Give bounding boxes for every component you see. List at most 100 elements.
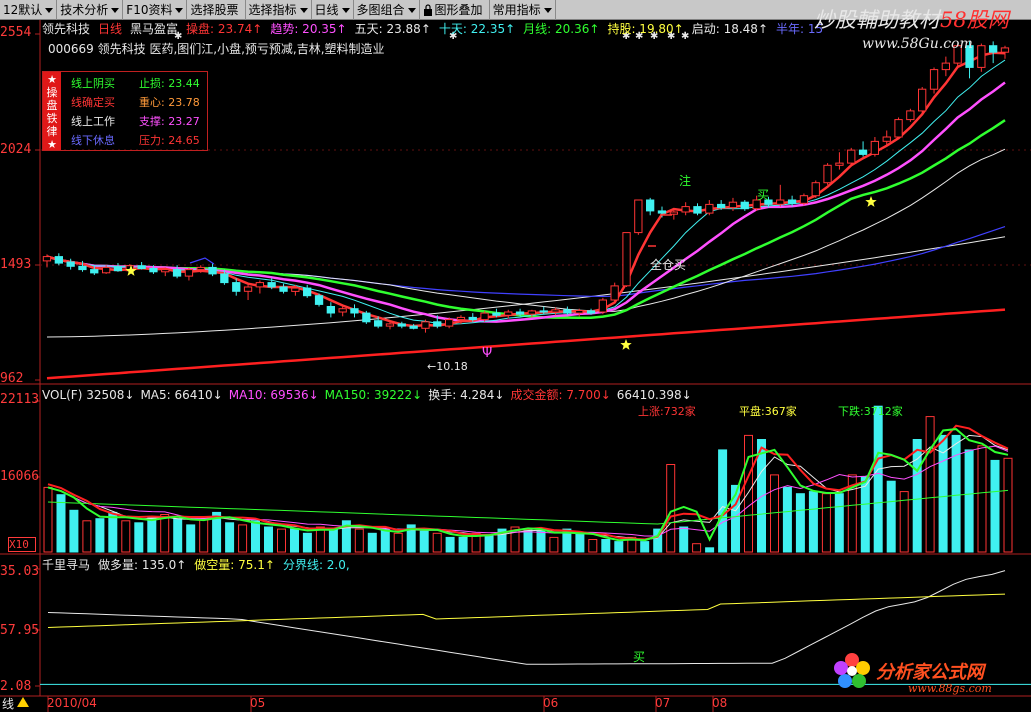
candle-body	[445, 319, 454, 327]
candle-body	[811, 182, 820, 197]
volume-bar	[951, 434, 961, 553]
volume-bar	[367, 532, 377, 553]
volume-bar	[1003, 457, 1013, 553]
candle-body	[787, 199, 797, 204]
title-segment: 做空量: 75.1↑	[194, 558, 275, 572]
toolbar-item-7[interactable]: 图形叠加	[420, 0, 490, 20]
volume-bar	[186, 524, 196, 553]
rule-row: 线下休息 压力: 24.65	[71, 132, 200, 148]
dropdown-arrow-icon	[341, 7, 350, 13]
volume-bar	[393, 532, 403, 553]
volume-bar	[834, 493, 844, 553]
rule-value: 支撑: 23.27	[139, 115, 200, 128]
candle-body	[717, 203, 726, 209]
candle-body	[657, 210, 667, 214]
candle-body	[799, 195, 809, 204]
candle-body	[385, 323, 395, 327]
stock-subtitle: 000669 领先科技 医药,图们江,小盘,预亏预减,吉林,塑料制造业	[48, 42, 385, 56]
candle-body	[1000, 47, 1010, 53]
toolbar-item-3[interactable]: 选择股票	[187, 0, 246, 20]
volume-bar	[601, 539, 611, 553]
title-segment: 月线: 20.36↑	[523, 22, 600, 36]
candle-body	[634, 199, 643, 234]
volume-bar	[199, 516, 209, 553]
toolbar-item-label: 12默认	[3, 2, 43, 17]
candle-body	[421, 321, 430, 329]
candle-body	[196, 266, 205, 271]
rule-label: 线上阴买	[71, 77, 115, 90]
candle-body	[409, 325, 418, 329]
ind-y-label: 35.03	[0, 564, 39, 579]
ind-y-label: 2.08	[0, 679, 32, 694]
ma30-line	[46, 148, 1006, 312]
toolbar-item-2[interactable]: F10资料	[123, 0, 188, 20]
candle-body	[362, 312, 371, 323]
candle-body	[551, 309, 560, 313]
main-y-label: 962	[0, 371, 24, 386]
volume-bar	[95, 518, 105, 553]
candle-body	[232, 282, 241, 292]
candle-body	[776, 199, 785, 205]
title-segment: 趋势: 20.35↑	[270, 22, 347, 36]
candle-body	[208, 266, 217, 275]
candle-body	[243, 286, 253, 292]
volume-bar	[808, 491, 818, 553]
candle-body	[941, 62, 951, 71]
main-y-label: 2554	[0, 25, 32, 40]
star-icon	[865, 196, 877, 207]
psi-glyph: Ψ	[482, 346, 492, 361]
toolbar-item-1[interactable]: 技术分析	[57, 0, 124, 20]
volume-bar	[264, 526, 273, 553]
volume-bar	[302, 532, 312, 553]
candle-body	[622, 232, 631, 287]
candle-body	[78, 265, 87, 271]
toolbar-item-5[interactable]: 日线	[312, 0, 354, 20]
candle-body	[740, 201, 749, 210]
side-char: 铁	[46, 112, 58, 125]
toolbar-item-8[interactable]: 常用指标	[490, 0, 556, 20]
candle-body	[492, 312, 501, 316]
candle-body	[728, 201, 738, 209]
candle-body	[681, 206, 690, 213]
buy-all-annotation: 全仓买	[650, 258, 687, 272]
volume-bar	[290, 528, 299, 553]
toolbar-item-4[interactable]: 选择指标	[246, 0, 312, 20]
volume-bar	[860, 476, 870, 553]
volume-bar	[484, 534, 494, 553]
toolbar-item-0[interactable]: 12默认	[0, 0, 58, 20]
toolbar-item-label: 选择股票	[190, 2, 239, 17]
candle-body	[350, 308, 359, 314]
indicator-title-bar: 千里寻马 做多量: 135.0↑ 做空量: 75.1↑ 分界线: 2.0,	[42, 557, 358, 573]
candle-body	[539, 310, 548, 313]
candle-body	[646, 199, 655, 212]
candle-body	[894, 119, 903, 138]
volume-bar	[536, 530, 546, 553]
volume-bar	[705, 547, 715, 553]
toolbar-item-6[interactable]: 多图组合	[354, 0, 420, 20]
side-char: ★	[47, 73, 57, 86]
candle-body	[172, 269, 182, 277]
volume-bar	[523, 528, 533, 553]
candle-body	[137, 265, 146, 269]
indicator-buy-annotation: 买	[633, 650, 646, 664]
watermark-top-brand: 58股网	[940, 8, 1009, 32]
lock-icon	[423, 4, 432, 16]
candle-body	[220, 273, 229, 284]
rule-row: 线上阴买 止损: 23.44	[71, 75, 200, 91]
toolbar-item-label: 技术分析	[60, 2, 109, 17]
dropdown-arrow-icon	[407, 7, 416, 13]
market-stat-up-text: 上涨:732家	[638, 405, 696, 418]
volume-bar	[251, 520, 260, 553]
candle-body	[835, 162, 844, 166]
watermark-bottom: 分析家公式网	[876, 662, 984, 683]
candle-body	[184, 269, 194, 277]
candle-body	[279, 286, 288, 292]
candle-body	[598, 299, 608, 313]
volume-bar	[173, 518, 183, 553]
volume-bar	[147, 516, 157, 553]
volume-bar	[121, 520, 131, 553]
candle-body	[515, 311, 525, 315]
title-segment: 做多量: 135.0↑	[98, 558, 187, 572]
volume-bar	[82, 520, 92, 553]
date-label: 07	[655, 696, 671, 710]
